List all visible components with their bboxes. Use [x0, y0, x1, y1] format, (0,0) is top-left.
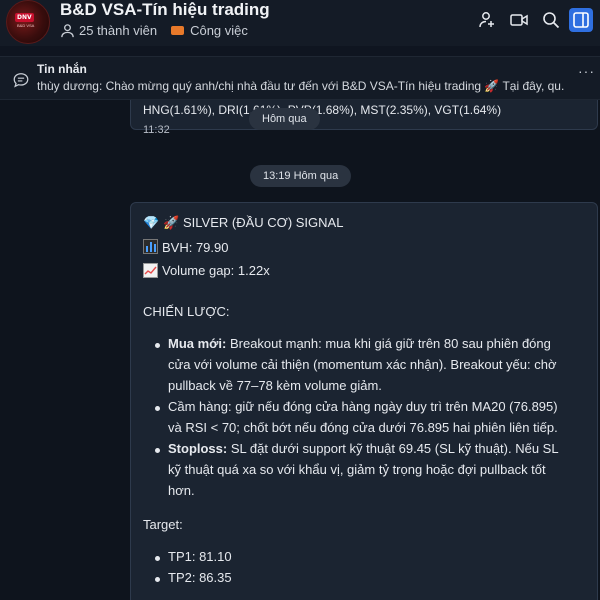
message-list[interactable]: HNG(1.61%), DRI(1.61%), PVP(1.68%), MST(… [0, 100, 600, 600]
pinned-message-bar[interactable]: Tin nhắn thùy dương: Chào mừng quý anh/c… [0, 56, 600, 100]
add-member-button[interactable] [475, 8, 499, 32]
strategy-heading: CHIẾN LƯỢC: [143, 304, 230, 319]
target-heading: Target: [143, 517, 183, 532]
rocket-icon: 🚀 [163, 215, 180, 230]
pinned-preview: thùy dương: Chào mừng quý anh/chị nhà đầ… [37, 79, 565, 93]
group-avatar[interactable]: DNV B&D VSA [6, 0, 50, 44]
bullet-dot [155, 577, 160, 582]
group-tag[interactable]: Công việc [190, 23, 248, 38]
target-2: TP2: 86.35 [168, 570, 232, 585]
video-icon [510, 14, 528, 26]
bullet-1-line-1: Mua mới: Breakout mạnh: mua khi giá giữ … [168, 336, 551, 351]
avatar-logo-subtext: B&D VSA [17, 23, 35, 28]
bullet-2-line-2: và RSI < 70; chốt bớt nếu đóng cửa dưới … [168, 420, 558, 435]
message-time: 11:32 [143, 124, 170, 136]
bullet-dot [155, 406, 160, 411]
bullet-1-line-2: cửa với volume cải thiện (momentum xác n… [168, 357, 557, 372]
bullet-2-line-1: Cầm hàng: giữ nếu đóng cửa hàng ngày duy… [168, 399, 558, 414]
bullet-1-label: Mua mới: [168, 336, 227, 351]
search-icon [543, 12, 560, 29]
bullet-3-line-3: hơn. [168, 483, 195, 498]
bullet-1-text: Breakout mạnh: mua khi giá giữ trên 80 s… [226, 336, 551, 351]
date-separator: 13:19 Hôm qua [250, 165, 352, 187]
message-bubble-signal: 💎 🚀 SILVER (ĐẦU CƠ) SIGNAL BVH: 79.90 Volu… [130, 202, 598, 600]
more-options-icon[interactable]: ··· [578, 63, 595, 79]
message-icon [13, 73, 29, 88]
toggle-sidebar-button[interactable] [569, 8, 593, 32]
signal-title: SILVER (ĐẦU CƠ) SIGNAL [183, 215, 344, 230]
group-title[interactable]: B&D VSA-Tín hiệu trading [60, 0, 270, 20]
tag-icon [171, 26, 185, 35]
trend-chart-icon [143, 263, 158, 278]
pinned-title: Tin nhắn [37, 62, 87, 76]
chat-header: DNV B&D VSA B&D VSA-Tín hiệu trading 25 … [0, 0, 600, 46]
add-member-icon [479, 12, 494, 28]
bullet-dot [155, 448, 160, 453]
volume-gap-value: Volume gap: 1.22x [162, 263, 270, 278]
bullet-3-line-1: Stoploss: SL đặt dưới support kỹ thuật 6… [168, 441, 559, 456]
video-call-button[interactable] [507, 8, 531, 32]
message-text: HNG(1.61%), DRI(1.61%), PVP(1.68%), MST(… [143, 103, 502, 117]
bullet-dot [155, 556, 160, 561]
gem-icon: 💎 [143, 215, 160, 230]
floating-date-pill: Hôm qua [249, 108, 320, 130]
bullet-3-line-2: kỹ thuật quá xa so với khẩu vị, giảm tỷ … [168, 462, 546, 477]
bvh-value: BVH: 79.90 [162, 240, 229, 255]
members-icon[interactable] [60, 23, 75, 38]
signal-title-line: 💎 🚀 SILVER (ĐẦU CƠ) SIGNAL [143, 215, 343, 231]
volume-gap-line: Volume gap: 1.22x [143, 263, 270, 278]
group-meta: 25 thành viên Công việc [60, 23, 248, 38]
search-button[interactable] [539, 8, 563, 32]
target-1: TP1: 81.10 [168, 549, 232, 564]
bullet-3-text: SL đặt dưới support kỹ thuật 69.45 (SL k… [227, 441, 559, 456]
message-bubble-previous: HNG(1.61%), DRI(1.61%), PVP(1.68%), MST(… [130, 100, 598, 136]
bar-chart-icon [143, 239, 158, 254]
bullet-dot [155, 343, 160, 348]
bullet-3-label: Stoploss: [168, 441, 228, 456]
member-count[interactable]: 25 thành viên [79, 23, 157, 38]
avatar-logo-text: DNV [15, 13, 34, 22]
sidebar-panel-icon [573, 12, 589, 28]
bvh-line: BVH: 79.90 [143, 239, 229, 255]
bullet-1-line-3: pullback về 77–78 kèm volume giảm. [168, 378, 382, 393]
